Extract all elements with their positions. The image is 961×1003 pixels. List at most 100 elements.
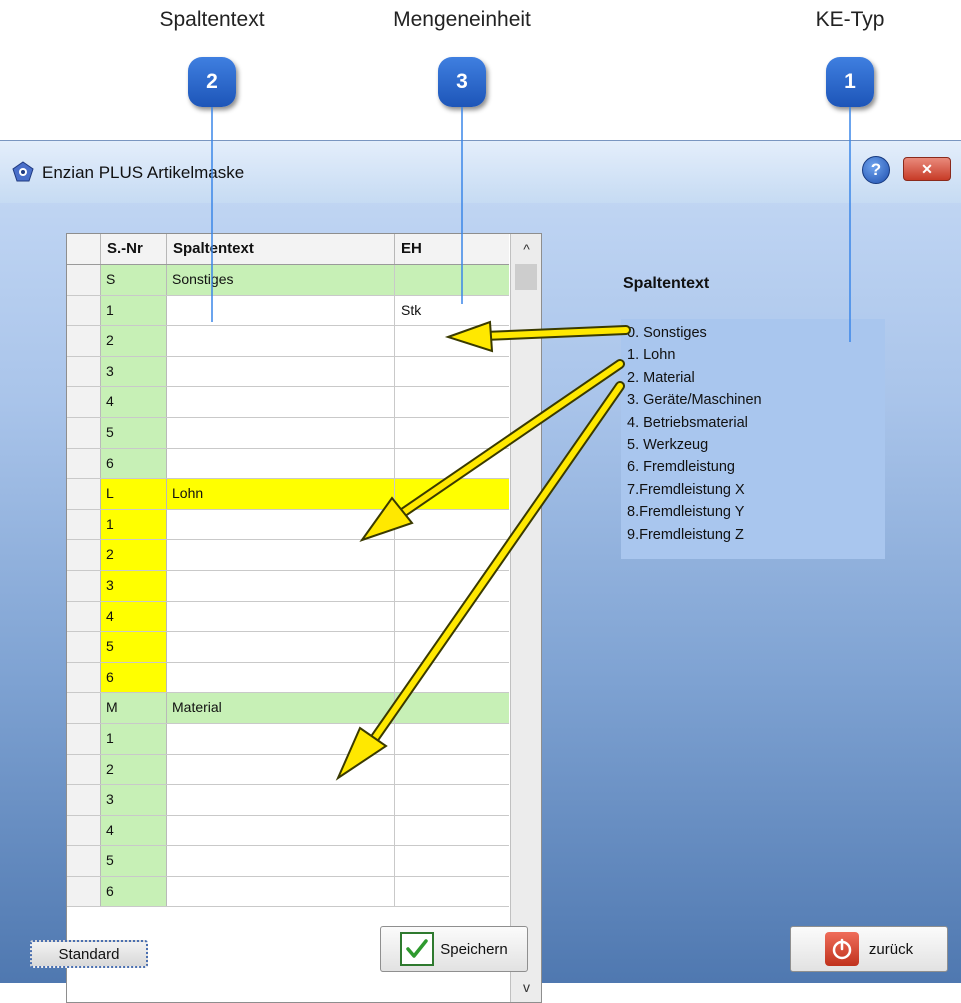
table-row[interactable]: 1	[67, 723, 509, 755]
cell-eh[interactable]	[395, 693, 509, 723]
row-selector[interactable]	[67, 417, 101, 448]
cell-eh[interactable]	[395, 755, 509, 785]
cell-eh[interactable]	[395, 724, 509, 754]
cell-s-nr[interactable]: 2	[101, 754, 167, 785]
cell-s-nr[interactable]: 1	[101, 295, 167, 326]
cell-eh[interactable]	[395, 265, 509, 295]
header-s-nr[interactable]: S.-Nr	[101, 234, 167, 264]
cell-s-nr[interactable]: 6	[101, 876, 167, 907]
table-row[interactable]: 3	[67, 356, 509, 388]
cell-s-nr[interactable]: 4	[101, 387, 167, 417]
table-row[interactable]: 3	[67, 785, 509, 816]
cell-eh[interactable]	[395, 418, 509, 448]
save-button[interactable]: Speichern	[380, 926, 528, 972]
cell-s-nr[interactable]: 5	[101, 846, 167, 876]
table-row[interactable]: 2	[67, 754, 509, 786]
cell-eh[interactable]	[395, 387, 509, 417]
close-button[interactable]: ✕	[903, 157, 951, 181]
cell-spaltentext[interactable]	[167, 295, 395, 326]
cell-spaltentext[interactable]	[167, 356, 395, 387]
cell-eh[interactable]	[395, 785, 509, 815]
table-row[interactable]: 4	[67, 601, 509, 633]
cell-s-nr[interactable]: 6	[101, 662, 167, 693]
cell-spaltentext[interactable]	[167, 601, 395, 632]
row-selector[interactable]	[67, 723, 101, 754]
table-row[interactable]: 5	[67, 846, 509, 877]
cell-s-nr[interactable]: 3	[101, 356, 167, 387]
cell-eh[interactable]	[395, 357, 509, 387]
row-selector[interactable]	[67, 540, 101, 570]
row-selector[interactable]	[67, 846, 101, 876]
cell-eh[interactable]	[395, 632, 509, 662]
cell-spaltentext[interactable]	[167, 846, 395, 876]
table-row[interactable]: 6	[67, 876, 509, 908]
row-selector[interactable]	[67, 601, 101, 632]
cell-spaltentext[interactable]	[167, 540, 395, 570]
header-spaltentext[interactable]: Spaltentext	[167, 234, 395, 264]
cell-s-nr[interactable]: L	[101, 479, 167, 509]
row-selector[interactable]	[67, 815, 101, 846]
table-row[interactable]: 1	[67, 509, 509, 541]
scroll-up-icon[interactable]: ^	[511, 236, 541, 262]
table-row[interactable]: 5	[67, 417, 509, 449]
cell-spaltentext[interactable]: Lohn	[167, 479, 395, 509]
cell-spaltentext[interactable]: Sonstiges	[167, 265, 395, 295]
row-selector[interactable]	[67, 754, 101, 785]
cell-spaltentext[interactable]	[167, 326, 395, 356]
cell-s-nr[interactable]: M	[101, 693, 167, 723]
cell-s-nr[interactable]: 4	[101, 601, 167, 632]
cell-s-nr[interactable]: 1	[101, 509, 167, 540]
cell-s-nr[interactable]: 2	[101, 326, 167, 356]
header-eh[interactable]: EH	[395, 234, 509, 264]
table-row[interactable]: S Sonstiges	[67, 265, 509, 296]
cell-eh[interactable]	[395, 846, 509, 876]
cell-eh[interactable]	[395, 816, 509, 846]
cell-spaltentext[interactable]	[167, 754, 395, 785]
row-selector[interactable]	[67, 662, 101, 693]
cell-eh[interactable]	[395, 663, 509, 693]
cell-spaltentext[interactable]	[167, 632, 395, 662]
row-selector[interactable]	[67, 632, 101, 662]
table-row[interactable]: M Material	[67, 693, 509, 724]
row-selector[interactable]	[67, 785, 101, 815]
row-selector[interactable]	[67, 448, 101, 479]
table-row[interactable]: 3	[67, 570, 509, 602]
table-row[interactable]: L Lohn	[67, 479, 509, 510]
cell-s-nr[interactable]: 3	[101, 570, 167, 601]
cell-spaltentext[interactable]	[167, 785, 395, 815]
table-row[interactable]: 2	[67, 540, 509, 571]
cell-s-nr[interactable]: 3	[101, 785, 167, 815]
cell-spaltentext[interactable]	[167, 509, 395, 540]
cell-spaltentext[interactable]	[167, 387, 395, 417]
table-row[interactable]: 5	[67, 632, 509, 663]
row-selector[interactable]	[67, 479, 101, 509]
cell-spaltentext[interactable]	[167, 662, 395, 693]
row-selector[interactable]	[67, 265, 101, 295]
cell-spaltentext[interactable]	[167, 448, 395, 479]
table-row[interactable]: 4	[67, 387, 509, 418]
table-row[interactable]: 6	[67, 448, 509, 480]
vertical-scrollbar[interactable]: ^ v	[510, 234, 541, 1002]
row-selector[interactable]	[67, 295, 101, 326]
cell-s-nr[interactable]: 4	[101, 815, 167, 846]
scroll-thumb[interactable]	[515, 264, 537, 290]
row-selector[interactable]	[67, 876, 101, 907]
cell-s-nr[interactable]: 5	[101, 632, 167, 662]
cell-spaltentext[interactable]	[167, 876, 395, 907]
cell-eh[interactable]	[395, 479, 509, 509]
cell-eh[interactable]	[395, 877, 509, 907]
cell-s-nr[interactable]: 5	[101, 417, 167, 448]
help-button[interactable]: ?	[862, 156, 890, 184]
table-row[interactable]: 4	[67, 815, 509, 847]
row-selector[interactable]	[67, 356, 101, 387]
row-selector[interactable]	[67, 570, 101, 601]
scroll-down-icon[interactable]: v	[511, 974, 541, 1000]
back-button[interactable]: zurück	[790, 926, 948, 972]
table-row[interactable]: 2	[67, 326, 509, 357]
cell-eh[interactable]: Stk	[395, 296, 509, 326]
cell-spaltentext[interactable]	[167, 723, 395, 754]
row-selector[interactable]	[67, 326, 101, 356]
cell-eh[interactable]	[395, 510, 509, 540]
cell-s-nr[interactable]: S	[101, 265, 167, 295]
cell-eh[interactable]	[395, 540, 509, 570]
